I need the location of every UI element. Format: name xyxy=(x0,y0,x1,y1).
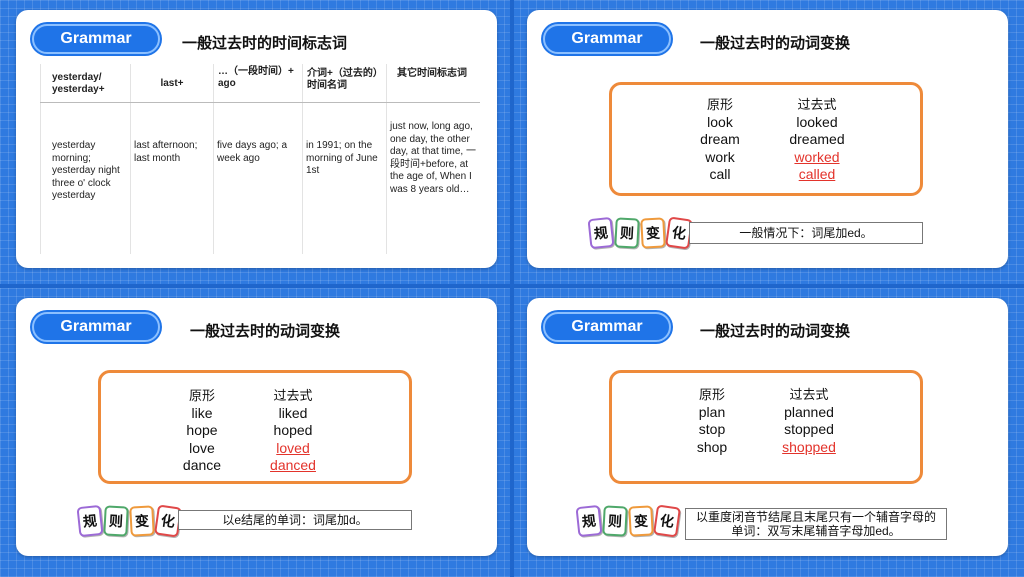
rule-text: 以重度闭音节结尾且末尾只有一个辅音字母的 单词：双写末尾辅音字母加ed。 xyxy=(685,508,947,540)
past-verb-highlight: shopped xyxy=(782,438,836,455)
past-form-column: 过去式 looked dreamed worked called xyxy=(774,96,860,184)
past-verb: looked xyxy=(796,113,838,130)
past-verb: planned xyxy=(784,403,834,420)
rule-tile: 则 xyxy=(103,505,129,537)
rule-tiles: 规 则 变 化 xyxy=(76,504,182,538)
grammar-badge: Grammar xyxy=(32,312,160,342)
slide-regular-verbs-d[interactable]: Grammar 一般过去时的动词变换 原形 like hope love dan… xyxy=(16,298,497,556)
rule-tile: 则 xyxy=(602,505,628,537)
rule-text-line: 以重度闭音节结尾且末尾只有一个辅音字母的 xyxy=(695,510,936,524)
rule-tiles: 规 则 变 化 xyxy=(587,216,693,250)
grammar-badge: Grammar xyxy=(32,24,160,54)
base-form-column: 原形 look dream work call xyxy=(690,96,750,184)
base-form-header: 原形 xyxy=(706,97,733,112)
table-divider xyxy=(386,64,387,254)
slide-regular-verbs-double[interactable]: Grammar 一般过去时的动词变换 原形 plan stop shop 过去式… xyxy=(527,298,1008,556)
base-verb: dance xyxy=(182,457,222,473)
rule-tile: 规 xyxy=(575,504,603,538)
table-divider xyxy=(40,64,41,254)
slide-title: 一般过去时的动词变换 xyxy=(700,35,851,52)
rule-tile: 规 xyxy=(76,504,104,538)
past-form-column: 过去式 liked hoped loved danced xyxy=(253,387,333,475)
table-divider xyxy=(302,64,303,254)
past-form-column: 过去式 planned stopped shopped xyxy=(764,386,854,456)
base-verb: stop xyxy=(698,421,726,437)
base-verb: hope xyxy=(186,422,218,438)
table-divider xyxy=(130,64,131,254)
slide-regular-verbs-ed[interactable]: Grammar 一般过去时的动词变换 原形 look dream work ca… xyxy=(527,10,1008,268)
base-form-column: 原形 plan stop shop xyxy=(682,386,742,456)
base-verb: call xyxy=(709,166,731,182)
rule-tile: 变 xyxy=(628,505,654,537)
grammar-badge: Grammar xyxy=(543,24,671,54)
table-header-rule xyxy=(40,102,480,103)
rule-tile: 变 xyxy=(129,505,155,537)
base-form-column: 原形 like hope love dance xyxy=(167,387,237,475)
rule-text: 以e结尾的单词：词尾加d。 xyxy=(178,510,412,530)
slide-title: 一般过去时的时间标志词 xyxy=(182,35,348,52)
past-verb: dreamed xyxy=(789,131,845,147)
slide-time-markers[interactable]: Grammar 一般过去时的时间标志词 yesterday/ yesterday… xyxy=(16,10,497,268)
table-cell: five days ago; a week ago xyxy=(217,140,288,164)
past-verb: hoped xyxy=(273,422,313,438)
past-verb-highlight: worked xyxy=(794,148,840,165)
base-verb: shop xyxy=(696,438,728,455)
rule-tile: 规 xyxy=(587,216,615,250)
past-form-header: 过去式 xyxy=(273,388,313,403)
table-cell: just now, long ago, one day, the other d… xyxy=(390,121,476,195)
table-divider xyxy=(213,64,214,254)
past-verb: stopped xyxy=(784,421,834,437)
horizontal-divider xyxy=(0,284,1024,288)
rule-tile: 化 xyxy=(653,504,681,538)
slide-title: 一般过去时的动词变换 xyxy=(700,323,851,340)
past-form-header: 过去式 xyxy=(789,387,829,402)
base-verb: plan xyxy=(698,403,726,420)
table-cell: yesterday morning; yesterday night three… xyxy=(52,140,120,201)
base-verb: look xyxy=(707,113,733,130)
rule-tiles: 规 则 变 化 xyxy=(575,504,681,538)
time-marker-table: yesterday/ yesterday+ last+ …（一段时间）+ ago… xyxy=(40,64,480,254)
table-header: …（一段时间）+ ago xyxy=(218,66,294,89)
verb-box: 原形 look dream work call 过去式 looked dream… xyxy=(609,82,923,196)
base-verb: work xyxy=(705,148,735,165)
base-form-header: 原形 xyxy=(698,387,725,402)
rule-tile: 则 xyxy=(614,217,640,249)
grammar-badge: Grammar xyxy=(543,312,671,342)
base-verb: love xyxy=(189,439,215,456)
rule-text-line: 单词：双写末尾辅音字母加ed。 xyxy=(731,524,901,538)
rule-text: 一般情况下：词尾加ed。 xyxy=(689,222,923,244)
base-form-header: 原形 xyxy=(188,388,215,403)
rule-tile: 变 xyxy=(640,217,666,249)
past-verb-highlight: loved xyxy=(276,439,310,456)
vertical-divider xyxy=(510,0,514,577)
verb-box: 原形 plan stop shop 过去式 planned stopped sh… xyxy=(609,370,923,484)
past-verb-highlight: danced xyxy=(270,457,316,473)
past-verb: liked xyxy=(278,404,308,421)
table-cell: in 1991; on the morning of June 1st xyxy=(306,140,378,176)
table-header: 其它时间标志词 xyxy=(397,68,467,79)
past-form-header: 过去式 xyxy=(797,97,837,112)
slide-title: 一般过去时的动词变换 xyxy=(190,323,341,340)
base-verb: dream xyxy=(700,131,740,147)
past-verb-highlight: called xyxy=(798,166,836,182)
base-verb: like xyxy=(191,404,213,421)
table-header: last+ xyxy=(160,78,184,89)
table-cell: last afternoon; last month xyxy=(134,140,198,164)
table-header: 介词+（过去的）时间名词 xyxy=(307,68,383,91)
verb-box: 原形 like hope love dance 过去式 liked hoped … xyxy=(98,370,412,484)
